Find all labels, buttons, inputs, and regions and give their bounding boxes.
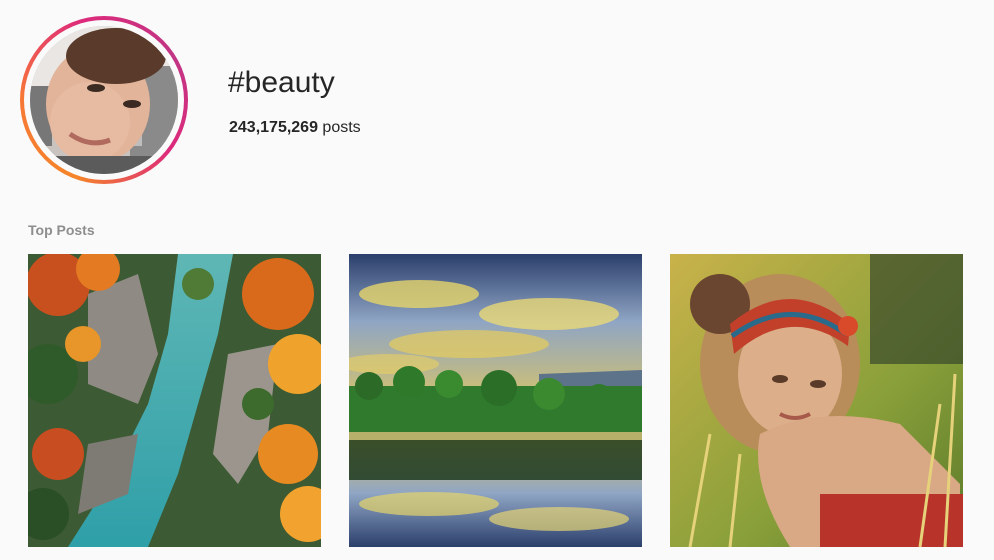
avatar-ring-gap [24, 20, 184, 180]
post-count: 243,175,269 posts [229, 118, 361, 138]
top-posts-heading: Top Posts [28, 222, 95, 238]
post-image-palm-lake [349, 254, 642, 547]
hashtag-avatar-ring[interactable] [20, 16, 188, 184]
post-count-label: posts [317, 119, 361, 136]
hashtag-title: #beauty [228, 66, 335, 99]
hashtag-page: #beauty 243,175,269 posts Top Posts [0, 0, 994, 560]
post-count-number: 243,175,269 [229, 119, 318, 136]
top-post-tile[interactable] [28, 254, 321, 547]
top-post-tile[interactable] [349, 254, 642, 547]
top-post-tile[interactable] [670, 254, 963, 547]
post-image-river-canyon [28, 254, 321, 547]
avatar [30, 26, 178, 174]
post-image-woman-headband [670, 254, 963, 547]
